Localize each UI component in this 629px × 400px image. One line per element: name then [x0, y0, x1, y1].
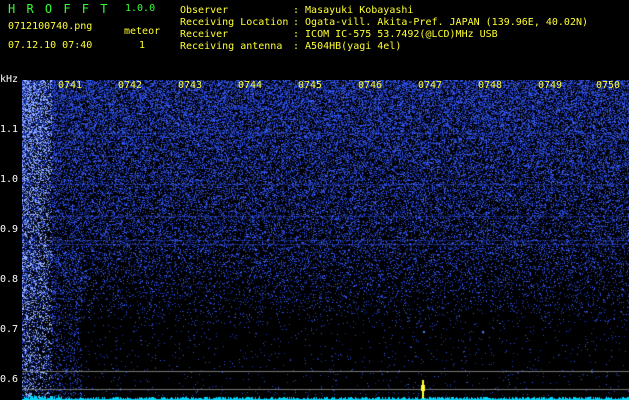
- antenna-label: Receiving antenna: [180, 41, 283, 52]
- time-tick-0746: 0746: [358, 80, 383, 91]
- meteor-label: meteor: [124, 26, 161, 37]
- time-tick-0748: 0748: [478, 80, 503, 91]
- y-tick-0.9: 0.9: [0, 224, 19, 235]
- time-tick-0743: 0743: [178, 80, 203, 91]
- receiver-label: Receiver: [180, 29, 229, 40]
- location-value: : Ogata-vill. Akita-Pref. JAPAN (139.96E…: [293, 17, 589, 28]
- time-tick-0749: 0749: [538, 80, 563, 91]
- spectrogram-plot: [22, 80, 629, 400]
- file-name: 0712100740.png: [8, 21, 93, 32]
- y-tick-1.1: 1.1: [0, 124, 19, 135]
- app-version: 1.0.0: [125, 3, 156, 14]
- time-tick-0750: 0750: [596, 80, 621, 91]
- meteor-count: 1: [139, 40, 146, 51]
- receiver-value: : ICOM IC-575 53.7492(@LCD)MHz USB: [293, 29, 498, 40]
- location-label: Receiving Location: [180, 17, 289, 28]
- y-tick-1.0: 1.0: [0, 174, 19, 185]
- y-unit-label: kHz: [0, 74, 19, 85]
- capture-timestamp: 07.12.10 07:40: [8, 40, 93, 51]
- time-tick-0744: 0744: [238, 80, 263, 91]
- observer-value: : Masayuki Kobayashi: [293, 5, 414, 16]
- y-tick-0.8: 0.8: [0, 274, 19, 285]
- antenna-value: : A504HB(yagi 4el): [293, 41, 402, 52]
- y-tick-0.6: 0.6: [0, 374, 19, 385]
- time-tick-0745: 0745: [298, 80, 323, 91]
- time-tick-0742: 0742: [118, 80, 143, 91]
- time-tick-0741: 0741: [58, 80, 83, 91]
- app-name: H R O F F T: [8, 2, 110, 16]
- y-tick-0.7: 0.7: [0, 324, 19, 335]
- time-tick-0747: 0747: [418, 80, 443, 91]
- observer-label: Observer: [180, 5, 229, 16]
